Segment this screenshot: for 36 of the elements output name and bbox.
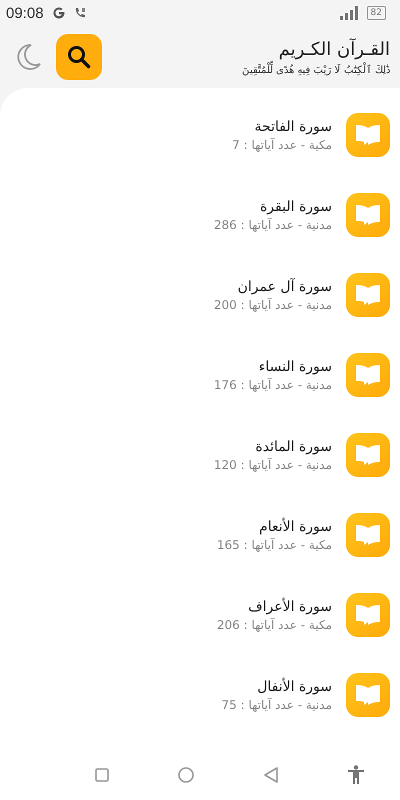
surah-name: سورة الأنعام (258, 518, 332, 534)
surah-name: سورة آل عمران (236, 278, 332, 294)
surah-info: مدنية - عدد آياتها : 75 (221, 698, 332, 712)
surah-name: سورة البقرة (258, 198, 332, 214)
surah-name: سورة المائدة (254, 438, 332, 454)
surah-name: سورة الأعراف (247, 598, 332, 614)
surah-info: مكية - عدد آياتها : 7 (232, 138, 332, 152)
surah-name: سورة الفاتحة (254, 118, 332, 134)
book-icon (346, 353, 390, 397)
surah-name: سورة الأنفال (256, 678, 332, 694)
surah-name: سورة النساء (258, 358, 332, 374)
surah-info: مدنية - عدد آياتها : 286 (214, 218, 332, 232)
surah-info: مكية - عدد آياتها : 206 (216, 618, 332, 632)
recents-icon[interactable] (94, 768, 109, 782)
book-icon (346, 433, 390, 477)
home-icon[interactable] (178, 767, 194, 783)
back-icon[interactable] (264, 767, 278, 783)
google-icon (52, 6, 66, 20)
accessibility-icon[interactable] (347, 765, 366, 785)
book-icon (346, 273, 390, 317)
surah-info: مدنية - عدد آياتها : 200 (214, 298, 332, 312)
book-icon (346, 513, 390, 557)
surah-info: مكية - عدد آياتها : 165 (216, 538, 332, 552)
book-icon (346, 593, 390, 637)
phone-wifi-icon (74, 7, 86, 19)
signal-icon (338, 6, 359, 20)
search-button[interactable] (56, 34, 102, 80)
battery-icon: 82 (366, 6, 386, 20)
book-icon (346, 673, 390, 717)
app-title: القـرآن الكـريم (278, 38, 390, 60)
status-time: 09:08 (6, 4, 44, 22)
surah-info: مدنية - عدد آياتها : 176 (214, 378, 332, 392)
book-icon (346, 113, 390, 157)
book-icon (346, 193, 390, 237)
search-icon (66, 44, 92, 70)
surah-info: مدنية - عدد آياتها : 120 (214, 458, 332, 472)
